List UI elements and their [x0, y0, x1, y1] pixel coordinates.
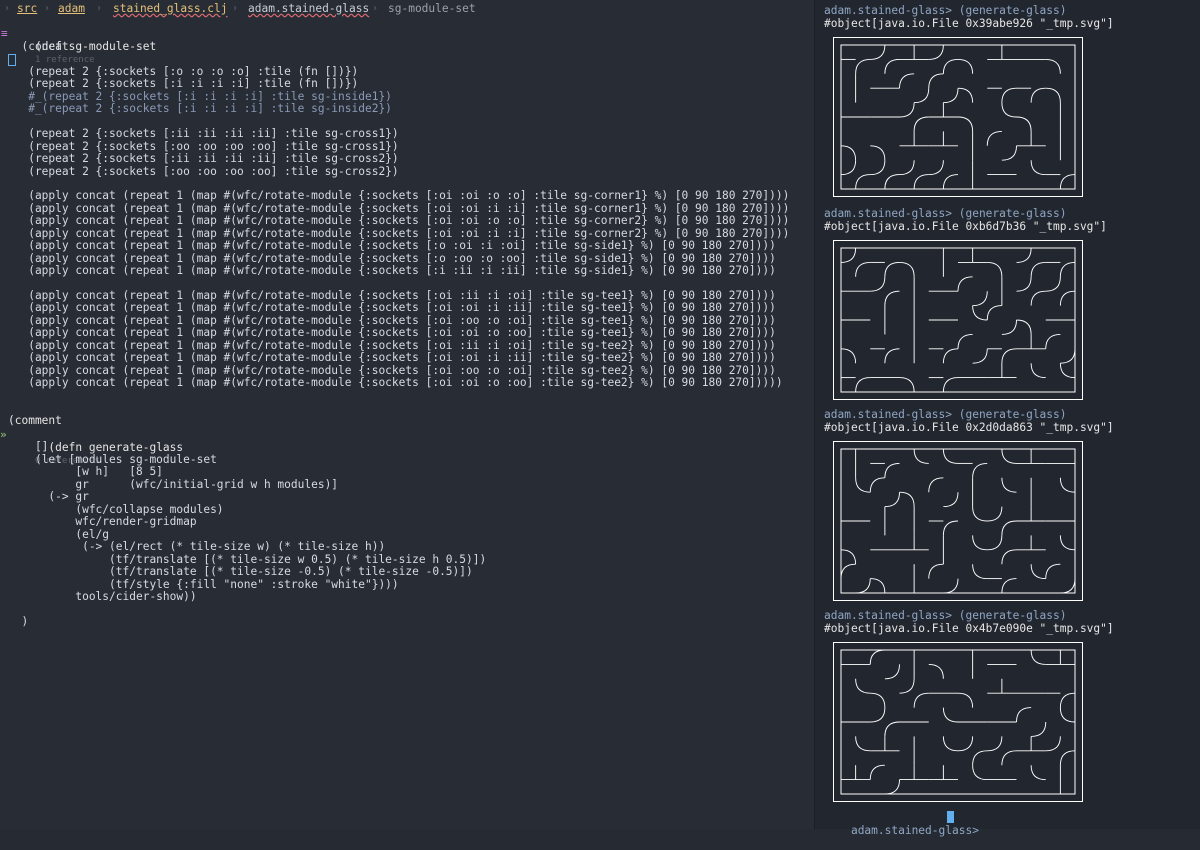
defn-text: (defn generate-glass [34, 440, 184, 454]
prompt-text: adam.stained-glass> [850, 824, 979, 837]
repl-cursor [947, 811, 954, 823]
breadcrumb-item-adam[interactable]: adam [58, 0, 85, 18]
breadcrumb: › src › adam › stained_glass.clj › adam.… [0, 0, 814, 18]
code-line[interactable]: (concat [8, 40, 68, 54]
prompt-text: adam.stained-glass> [824, 609, 952, 622]
command-text: (generate-glass) [958, 408, 1067, 421]
code-line[interactable]: (repeat 2 {:sockets [:oo :oo :oo :oo] :t… [8, 165, 398, 179]
repl-prompt-line[interactable]: adam.stained-glass> (generate-glass) [824, 408, 1067, 421]
repl-output-line: #object[java.io.File 0x2d0da863 "_tmp.sv… [824, 421, 1114, 434]
command-text: (generate-glass) [958, 4, 1067, 17]
code-editor[interactable]: › src › adam › stained_glass.clj › adam.… [0, 0, 814, 829]
repl-panel[interactable]: adam.stained-glass> (generate-glass) #obj… [814, 0, 1200, 837]
repl-final-prompt[interactable]: adam.stained-glass> [824, 811, 979, 837]
code-line[interactable]: (repeat 2 {:sockets [:i :i :i :i] :tile … [8, 78, 358, 91]
rendered-svg-image [833, 642, 1083, 802]
chevron-right-icon: › [232, 3, 239, 14]
repl-output-line: #object[java.io.File 0xb6d7b36 "_tmp.svg… [824, 220, 1107, 233]
code-line[interactable]: (-> gr [8, 490, 88, 504]
repl-prompt-line[interactable]: adam.stained-glass> (generate-glass) [824, 207, 1067, 220]
prompt-text: adam.stained-glass> [824, 4, 952, 17]
command-text: (generate-glass) [958, 609, 1067, 622]
repl-prompt-line[interactable]: adam.stained-glass> (generate-glass) [824, 4, 1067, 17]
code-line[interactable]: (apply concat (repeat 1 (map #(wfc/rotat… [8, 352, 776, 365]
code-line[interactable]: ) [8, 615, 28, 629]
chevron-right-icon: › [44, 3, 51, 14]
repl-prompt-line[interactable]: adam.stained-glass> (generate-glass) [824, 609, 1067, 622]
code-line[interactable]: (apply concat (repeat 1 (map #(wfc/rotat… [8, 327, 776, 340]
repl-output-line: #object[java.io.File 0x4b7e090e "_tmp.sv… [824, 622, 1114, 635]
rendered-svg-image [833, 37, 1083, 197]
code-line[interactable]: #_(repeat 2 {:sockets [:i :i :i :i] :til… [8, 103, 392, 116]
code-line[interactable]: (-> (el/rect (* tile-size w) (* tile-siz… [8, 540, 385, 554]
prompt-text: adam.stained-glass> [824, 207, 952, 220]
repl-output-line: #object[java.io.File 0x39abe926 "_tmp.sv… [824, 17, 1114, 30]
chevron-right-icon: › [372, 3, 379, 14]
breadcrumb-item-file[interactable]: stained_glass.clj [113, 0, 228, 18]
prompt-text: adam.stained-glass> [824, 408, 952, 421]
breadcrumb-item-src[interactable]: src [17, 0, 37, 18]
code-line[interactable]: (repeat 2 {:sockets [:ii :ii :ii :ii] :t… [8, 153, 398, 166]
rendered-svg-image [833, 240, 1083, 400]
rendered-svg-image [833, 441, 1083, 601]
fold-marker-icon[interactable]: ≡ [1, 27, 8, 40]
breadcrumb-item-namespace[interactable]: adam.stained-glass [248, 0, 369, 18]
code-line[interactable]: (apply concat (repeat 1 (map #(wfc/rotat… [8, 215, 789, 228]
code-line[interactable]: wfc/render-gridmap [8, 515, 196, 529]
chevron-right-icon: › [96, 3, 103, 14]
code-line[interactable]: (apply concat (repeat 1 (map #(wfc/rotat… [8, 240, 776, 253]
code-line[interactable]: (apply concat (repeat 1 (map #(wfc/rotat… [8, 377, 782, 390]
chevron-right-icon: › [4, 3, 11, 14]
code-line[interactable]: [w h] [8 5] [8, 465, 163, 479]
breadcrumb-item-symbol[interactable]: sg-module-set [388, 0, 476, 18]
code-line[interactable]: tools/cider-show)) [8, 590, 196, 604]
code-line[interactable]: (repeat 2 {:sockets [:ii :ii :ii :ii] :t… [8, 128, 398, 141]
code-line-def[interactable]: (def sg-module-set 1 reference [8, 28, 156, 65]
code-line[interactable]: [] [8, 440, 48, 454]
code-line[interactable]: (tf/translate [(* tile-size -0.5) (* til… [8, 565, 473, 579]
eval-marker-icon: » [0, 428, 7, 441]
code-line[interactable]: (apply concat (repeat 1 (map #(wfc/rotat… [8, 265, 776, 278]
reference-count[interactable]: 1 reference [35, 55, 95, 65]
code-line-comment[interactable]: (comment [8, 414, 62, 428]
command-text: (generate-glass) [958, 207, 1067, 220]
